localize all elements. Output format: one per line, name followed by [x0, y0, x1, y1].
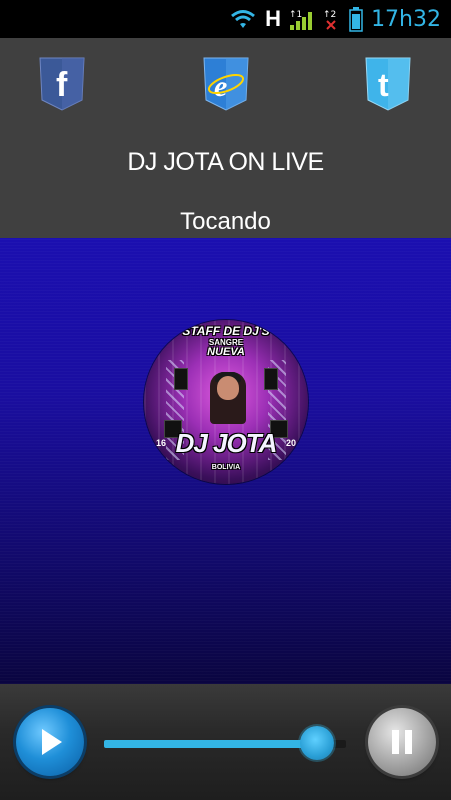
- svg-text:e: e: [214, 70, 227, 103]
- status-bar: H ↑1 ↑2 17h32: [0, 0, 451, 38]
- dj-face: [217, 376, 239, 400]
- now-playing-label: Tocando: [180, 208, 271, 235]
- svg-text:↑1: ↑1: [289, 10, 302, 20]
- pause-icon: [392, 730, 412, 754]
- station-title: DJ JOTA ON LIVE: [127, 148, 324, 176]
- cover-artist-name: DJ JOTA: [175, 428, 278, 458]
- no-sim-icon: ↑2: [323, 5, 341, 33]
- volume-slider[interactable]: [104, 726, 346, 760]
- wifi-icon: [229, 5, 257, 33]
- speaker-right: [264, 368, 278, 390]
- social-links: f e t: [0, 56, 451, 116]
- svg-text:↑2: ↑2: [323, 10, 336, 20]
- signal-icon: ↑1: [289, 5, 315, 33]
- play-icon: [42, 729, 62, 755]
- cover-country: BOLIVIA: [211, 464, 241, 471]
- battery-icon: [349, 5, 363, 33]
- slider-fill: [104, 740, 317, 748]
- svg-text:t: t: [378, 67, 389, 103]
- twitter-button[interactable]: t: [364, 56, 412, 112]
- pause-button[interactable]: [368, 708, 436, 776]
- svg-text:f: f: [56, 66, 68, 104]
- now-playing-panel: STAFF DE DJ'S SANGRE NUEVA 16 20 DJ JOTA…: [0, 238, 451, 684]
- slider-thumb[interactable]: [299, 726, 334, 760]
- clock: 17h32: [371, 6, 441, 32]
- player-controls: [0, 684, 451, 800]
- album-art: STAFF DE DJ'S SANGRE NUEVA 16 20 DJ JOTA…: [144, 320, 308, 484]
- twitter-icon: t: [365, 57, 411, 111]
- play-button[interactable]: [16, 708, 84, 776]
- app-header: f e t DJ JOTA ON LIVE Tocando: [0, 38, 451, 238]
- speaker-left: [174, 368, 188, 390]
- browser-button[interactable]: e: [202, 56, 250, 112]
- facebook-icon: f: [39, 57, 85, 111]
- cover-line-nueva: NUEVA: [207, 346, 245, 358]
- browser-icon: e: [203, 57, 249, 111]
- cover-line-staff: STAFF DE DJ'S: [182, 324, 270, 338]
- facebook-button[interactable]: f: [38, 56, 86, 112]
- network-type-label: H: [265, 6, 282, 31]
